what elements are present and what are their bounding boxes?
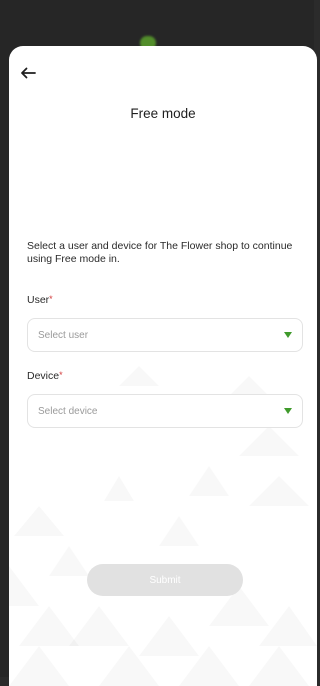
device-label-text: Device	[27, 370, 60, 382]
arrow-left-icon	[21, 67, 36, 79]
user-required-marker: *	[49, 294, 53, 304]
user-select[interactable]: Select user	[27, 318, 303, 352]
user-label: User*	[27, 294, 53, 306]
back-button[interactable]	[15, 60, 41, 86]
submit-button[interactable]: Submit	[87, 564, 243, 596]
user-select-placeholder: Select user	[38, 329, 89, 341]
caret-down-icon	[284, 332, 292, 338]
device-label: Device*	[27, 370, 63, 382]
device-select-placeholder: Select device	[38, 405, 98, 417]
free-mode-sheet: Free mode Select a user and device for T…	[9, 46, 317, 686]
instructions-text: Select a user and device for The Flower …	[27, 240, 293, 265]
caret-down-icon	[284, 408, 292, 414]
page-title: Free mode	[130, 106, 196, 121]
user-label-text: User	[27, 294, 50, 306]
device-select[interactable]: Select device	[27, 394, 303, 428]
device-required-marker: *	[59, 370, 63, 380]
